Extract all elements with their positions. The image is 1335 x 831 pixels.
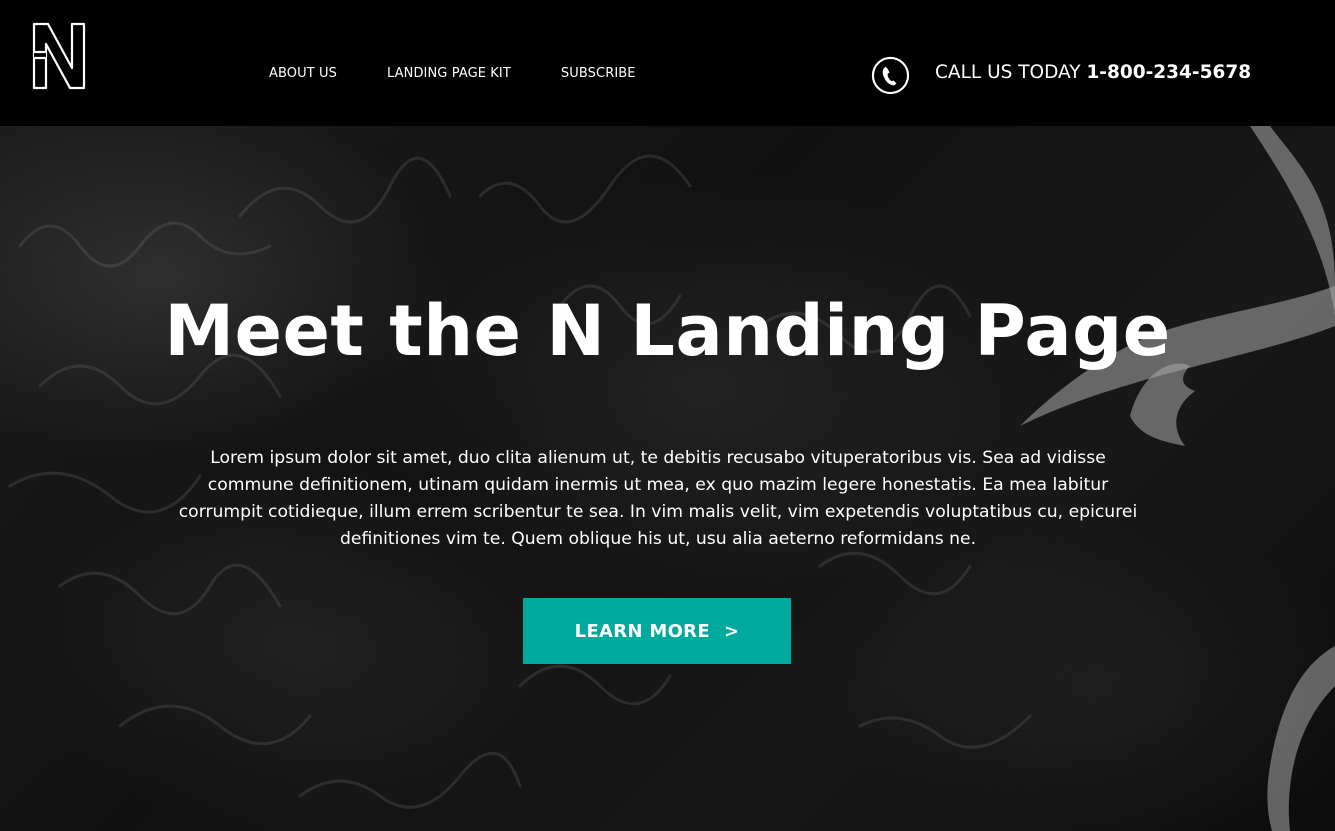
- hero-title: Meet the N Landing Page: [164, 290, 1171, 372]
- chevron-right-icon: >: [723, 620, 740, 642]
- site-header: ABOUT US LANDING PAGE KIT SUBSCRIBE CALL…: [0, 0, 1335, 126]
- call-us-text: CALL US TODAY 1-800-234-5678: [935, 62, 1251, 83]
- nav-about-us[interactable]: ABOUT US: [269, 66, 337, 81]
- learn-more-label: LEARN MORE: [574, 620, 710, 642]
- main-nav: ABOUT US LANDING PAGE KIT SUBSCRIBE: [269, 66, 686, 81]
- nav-subscribe[interactable]: SUBSCRIBE: [561, 66, 636, 81]
- learn-more-button[interactable]: LEARN MORE >: [523, 598, 791, 664]
- phone-number[interactable]: 1-800-234-5678: [1086, 62, 1251, 83]
- hero-description: Lorem ipsum dolor sit amet, duo clita al…: [178, 448, 1138, 549]
- phone-icon: [871, 56, 910, 95]
- hero-section: Meet the N Landing Page Lorem ipsum dolo…: [0, 126, 1335, 831]
- call-label: CALL US TODAY: [935, 62, 1081, 83]
- nav-landing-page-kit[interactable]: LANDING PAGE KIT: [387, 66, 511, 81]
- n-logo-icon[interactable]: [30, 20, 88, 92]
